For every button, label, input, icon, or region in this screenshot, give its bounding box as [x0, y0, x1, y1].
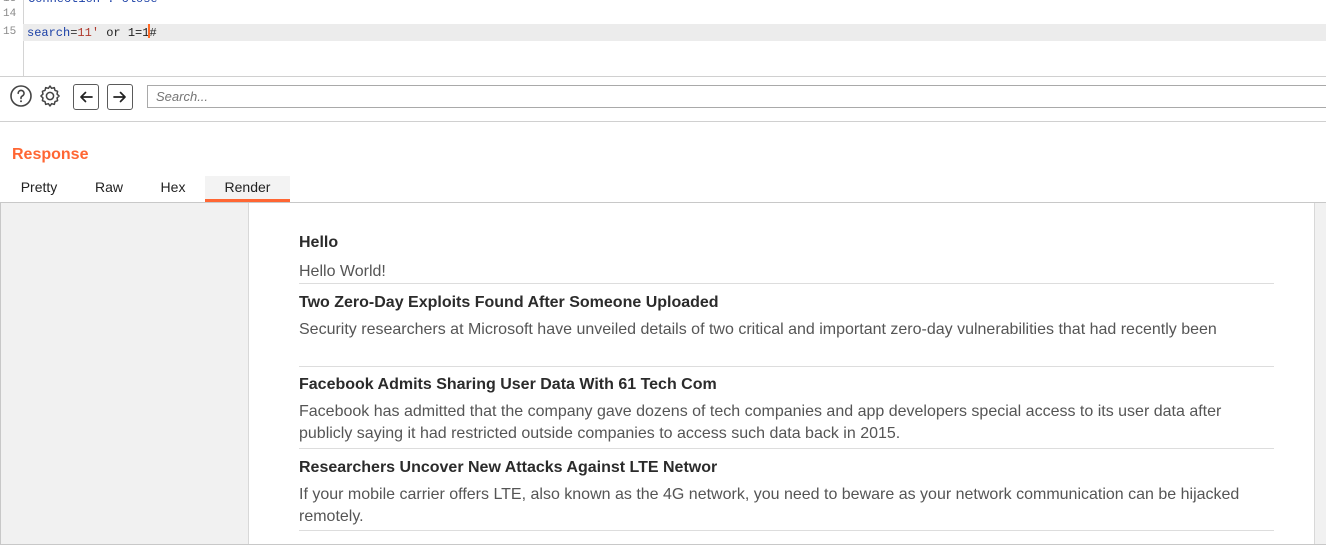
- article-body: Hello World!: [299, 263, 386, 280]
- tab-render[interactable]: Render: [205, 176, 290, 202]
- section-divider: [0, 121, 1326, 122]
- article-body: If your mobile carrier offers LTE, also …: [299, 486, 1240, 525]
- article-divider: [299, 366, 1274, 367]
- help-icon[interactable]: [8, 83, 34, 109]
- search-toolbar: [0, 80, 1326, 116]
- line-number: 14: [3, 8, 17, 20]
- line-number: 15: [3, 26, 17, 38]
- article-body: Facebook has admitted that the company g…: [299, 403, 1222, 442]
- param-string: 11': [77, 26, 100, 40]
- tab-pretty[interactable]: Pretty: [9, 176, 69, 202]
- article-title: Two Zero-Day Exploits Found After Someon…: [299, 294, 719, 311]
- param-rest: or 1=1: [99, 26, 150, 40]
- article-item: Hello Hello World!: [299, 233, 1274, 283]
- article-divider: [299, 530, 1274, 531]
- arrow-left-icon: [80, 91, 93, 103]
- article-divider: [299, 448, 1274, 449]
- arrow-right-icon: [113, 91, 126, 103]
- code-line-15[interactable]: 15 search=11' or 1=1#: [3, 24, 1326, 42]
- back-arrow-button[interactable]: [73, 84, 99, 110]
- search-input[interactable]: [147, 85, 1326, 108]
- article-title: Hello: [299, 234, 339, 251]
- param-key: search: [27, 26, 71, 40]
- tab-hex[interactable]: Hex: [143, 176, 203, 202]
- forward-arrow-button[interactable]: [107, 84, 133, 110]
- code-text[interactable]: search=11' or 1=1#: [27, 24, 157, 42]
- article-divider: [299, 283, 1274, 284]
- article-item: Facebook Admits Sharing User Data With 6…: [299, 375, 1274, 445]
- response-title: Response: [12, 146, 89, 163]
- code-line-14[interactable]: 14: [0, 6, 1326, 23]
- article-title: Researchers Uncover New Attacks Against …: [299, 459, 718, 476]
- article-item: Researchers Uncover New Attacks Against …: [299, 458, 1274, 528]
- gear-icon[interactable]: [37, 83, 63, 109]
- param-hash: #: [149, 26, 157, 40]
- article-item: Two Zero-Day Exploits Found After Someon…: [299, 293, 1274, 341]
- article-title: Facebook Admits Sharing User Data With 6…: [299, 376, 717, 393]
- render-view[interactable]: Hello Hello World! Two Zero-Day Exploits…: [0, 202, 1326, 545]
- request-editor[interactable]: 13 Connection : close 14 15 search=11' o…: [0, 0, 1326, 77]
- tab-raw[interactable]: Raw: [79, 176, 139, 202]
- article-body: Security researchers at Microsoft have u…: [299, 321, 1217, 338]
- rendered-page: Hello Hello World! Two Zero-Day Exploits…: [248, 203, 1315, 544]
